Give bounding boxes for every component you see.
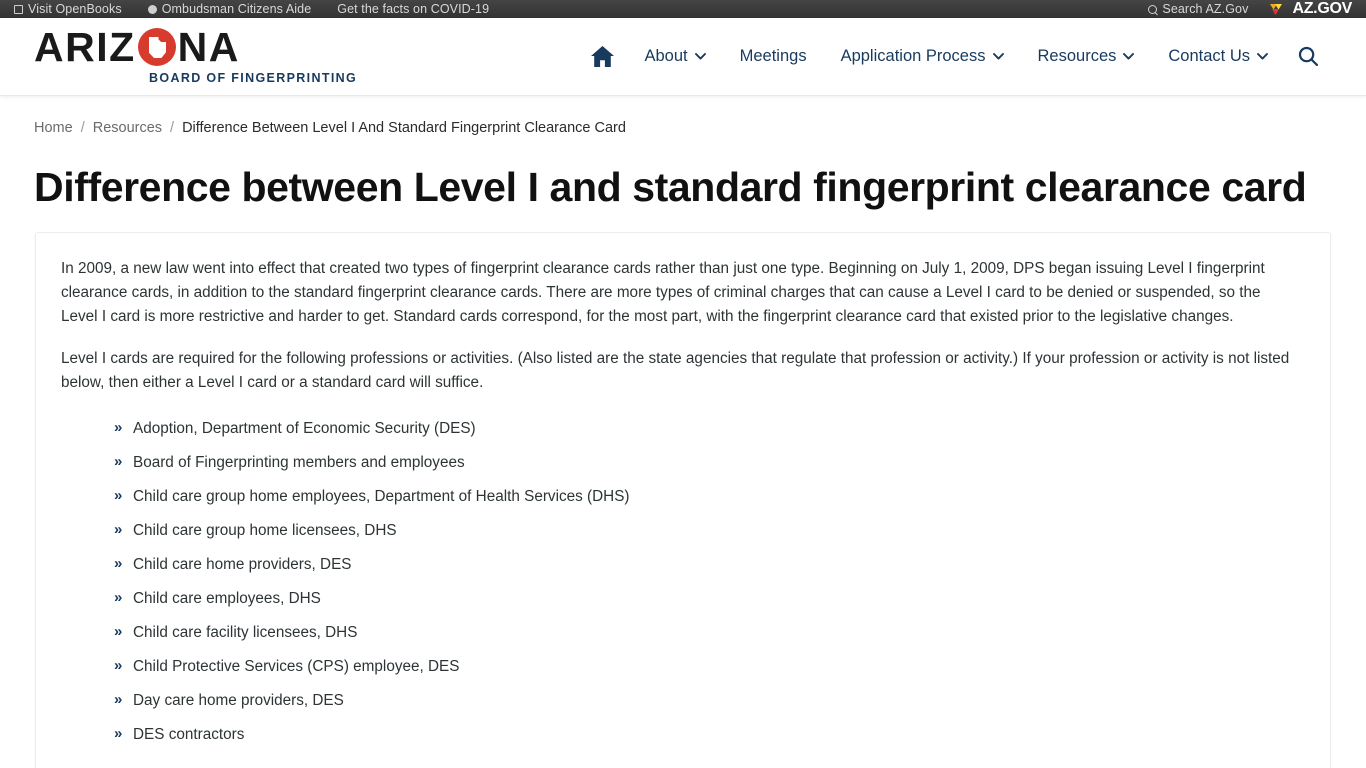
topbar-link-openbooks[interactable]: Visit OpenBooks [14, 0, 122, 18]
topbar-link-covid[interactable]: Get the facts on COVID-19 [337, 0, 489, 18]
logo-subtitle: BOARD OF FINGERPRINTING [149, 71, 358, 86]
chevron-double-right-icon: » [114, 453, 123, 471]
list-item-label: Board of Fingerprinting members and empl… [133, 454, 465, 472]
list-item: » Child Protective Services (CPS) employ… [114, 657, 1305, 677]
search-icon [1298, 46, 1319, 67]
list-item-label: Child care group home licensees, DHS [133, 522, 397, 540]
logo-word-before: ARIZ [34, 23, 136, 70]
list-item: » Adoption, Department of Economic Secur… [114, 419, 1305, 439]
azgov-wordmark: AZ.GOV [1292, 0, 1352, 17]
nav-item-about[interactable]: About [628, 38, 723, 75]
list-item-label: Child care employees, DHS [133, 590, 321, 608]
azgov-logo[interactable]: AZ.GOV [1270, 1, 1352, 17]
breadcrumb-item-home[interactable]: Home [34, 118, 73, 138]
logo-wordmark: ARIZ NA [34, 23, 357, 70]
book-icon [14, 4, 23, 14]
breadcrumb-item-current: Difference Between Level I And Standard … [182, 120, 626, 136]
nav-item-search[interactable] [1285, 36, 1332, 77]
list-item-label: Child Protective Services (CPS) employee… [133, 658, 460, 676]
site-logo[interactable]: ARIZ NA BOARD OF FINGERPRINTING [34, 23, 358, 86]
azgov-flag-icon [1270, 3, 1283, 15]
topbar-search-label: Search AZ.Gov [1162, 2, 1249, 16]
intro-paragraph: In 2009, a new law went into effect that… [61, 260, 1265, 326]
list-item: » Child care facility licensees, DHS [114, 623, 1305, 643]
nav-item-resources[interactable]: Resources [1021, 38, 1152, 75]
list-item: » Child care group home employees, Depar… [114, 487, 1305, 507]
chevron-down-icon [1257, 53, 1268, 60]
list-item-label: DES contractors [133, 726, 245, 744]
chevron-double-right-icon: » [114, 725, 123, 743]
list-item: » Child care group home licensees, DHS [114, 521, 1305, 541]
list-item: » Child care employees, DHS [114, 589, 1305, 609]
list-item-label: Child care group home employees, Departm… [133, 488, 630, 506]
chevron-double-right-icon: » [114, 487, 123, 505]
chevron-down-icon [992, 53, 1004, 60]
arizona-state-outline-icon [137, 28, 176, 67]
breadcrumb-separator: / [80, 120, 85, 136]
chevron-double-right-icon: » [114, 657, 123, 675]
breadcrumb-item-resources[interactable]: Resources [93, 118, 162, 138]
list-item-label: Day care home providers, DES [133, 692, 344, 710]
logo-word-after: NA [177, 23, 240, 70]
state-topbar: Visit OpenBooks Ombudsman Citizens Aide … [0, 0, 1366, 18]
nav-item-label: Application Process [840, 47, 986, 66]
site-header: ARIZ NA BOARD OF FINGERPRINTING About Me… [0, 18, 1366, 96]
list-item: » Child care home providers, DES [114, 555, 1305, 575]
state-topbar-right: Search AZ.Gov AZ.GOV [1148, 0, 1352, 18]
chevron-double-right-icon: » [114, 589, 123, 607]
nav-item-application-process[interactable]: Application Process [824, 38, 1021, 75]
topbar-link-label: Get the facts on COVID-19 [337, 2, 490, 16]
topbar-link-ombudsman[interactable]: Ombudsman Citizens Aide [147, 0, 312, 18]
list-item-label: Child care home providers, DES [133, 556, 352, 574]
requirements-paragraph: Level I cards are required for the follo… [61, 350, 1290, 392]
page-title: Difference between Level I and standard … [34, 164, 1307, 210]
breadcrumb-separator: / [170, 120, 175, 136]
chevron-double-right-icon: » [114, 555, 123, 573]
topbar-link-label: Ombudsman Citizens Aide [161, 2, 312, 16]
home-icon [590, 46, 614, 67]
list-item: » DES contractors [114, 725, 1305, 745]
list-item-label: Child care facility licensees, DHS [133, 624, 358, 642]
chevron-double-right-icon: » [114, 623, 123, 641]
topbar-search-azgov[interactable]: Search AZ.Gov [1148, 0, 1248, 18]
state-topbar-links: Visit OpenBooks Ombudsman Citizens Aide … [14, 0, 1148, 18]
content-card: In 2009, a new law went into effect that… [35, 232, 1331, 768]
chevron-down-icon [1123, 53, 1135, 60]
chevron-double-right-icon: » [114, 691, 123, 709]
nav-item-contact-us[interactable]: Contact Us [1151, 38, 1285, 75]
list-item-label: Adoption, Department of Economic Securit… [133, 420, 476, 438]
search-icon [1148, 4, 1158, 14]
topbar-link-label: Visit OpenBooks [28, 2, 122, 16]
nav-item-label: Meetings [739, 47, 807, 66]
list-item: » Board of Fingerprinting members and em… [114, 453, 1305, 473]
nav-item-label: Contact Us [1168, 47, 1250, 66]
main-navigation: About Meetings Application Process Resou… [577, 35, 1333, 78]
nav-item-home[interactable] [577, 35, 628, 78]
chevron-double-right-icon: » [114, 521, 123, 539]
chevron-down-icon [694, 53, 706, 60]
dot-icon [147, 4, 157, 14]
breadcrumb: Home / Resources / Difference Between Le… [0, 96, 1366, 138]
nav-item-meetings[interactable]: Meetings [723, 38, 824, 75]
level-one-professions-list: » Adoption, Department of Economic Secur… [61, 419, 1305, 745]
nav-item-label: Resources [1037, 47, 1117, 66]
nav-item-label: About [644, 47, 688, 66]
chevron-double-right-icon: » [114, 419, 123, 437]
list-item: » Day care home providers, DES [114, 691, 1305, 711]
